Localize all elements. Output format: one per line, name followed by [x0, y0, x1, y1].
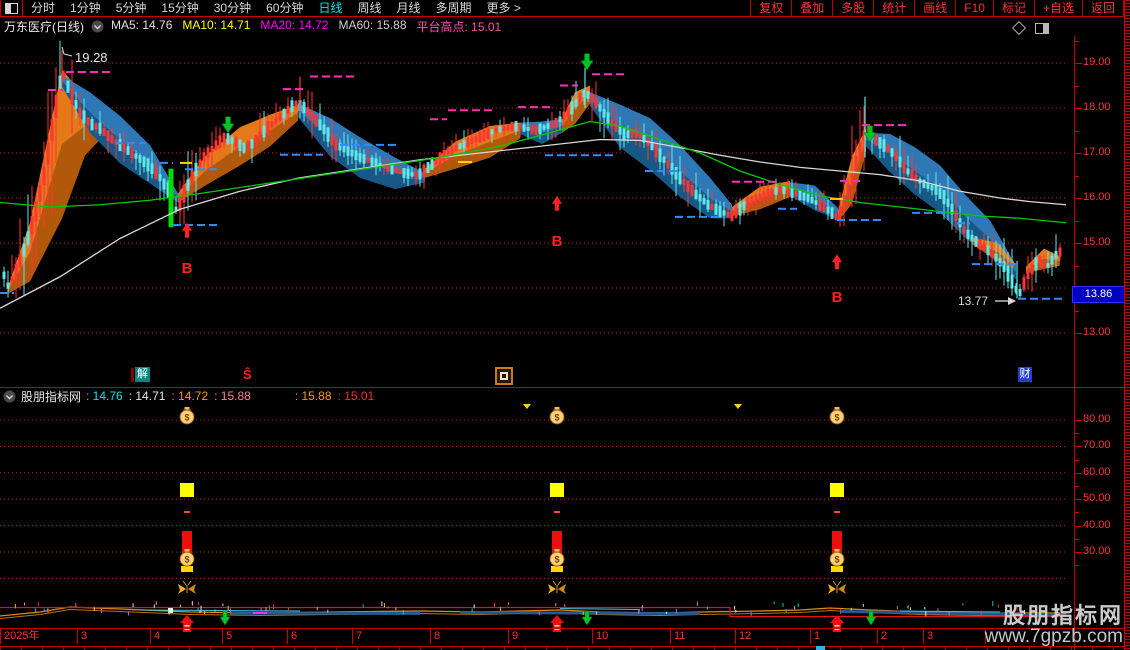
x-axis-month: 6 — [287, 629, 352, 644]
y-axis-label: 18.00 — [1083, 101, 1123, 113]
buy-sell-markers: B B B — [182, 54, 876, 306]
chevron-down-icon[interactable] — [91, 20, 104, 33]
y-axis-label: 50.00 — [1083, 492, 1123, 504]
indicator-MA20: MA20: 14.72 — [260, 18, 328, 35]
watermark-url: www.7gpzb.com — [985, 627, 1123, 647]
window-toggle-icon[interactable] — [1035, 23, 1049, 34]
y-axis-label: 60.00 — [1083, 466, 1123, 478]
svg-text:$: $ — [554, 555, 559, 565]
svg-text:13.77: 13.77 — [958, 294, 988, 308]
x-axis-month: 3 — [923, 629, 985, 644]
right-edge-panel[interactable] — [1124, 0, 1130, 650]
y-axis-label: 80.00 — [1083, 413, 1123, 425]
sub-value-3: : 15.88 — [214, 389, 251, 403]
y-axis-label: 70.00 — [1083, 439, 1123, 451]
y-axis-label: 30.00 — [1083, 545, 1123, 557]
svg-text:B: B — [552, 233, 563, 250]
y-axis-label: 16.00 — [1083, 191, 1123, 203]
signal-badge-jie: 解 — [131, 367, 150, 382]
panel-separator[interactable] — [0, 387, 1124, 388]
chart-header: 万东医疗(日线) MA5: 14.76 MA10: 14.71 MA20: 14.7… — [4, 19, 501, 34]
time-axis: 2025年3456789101112123 — [0, 628, 1124, 647]
x-axis-month: 7 — [352, 629, 430, 644]
sub-value-4: : 15.88 — [295, 389, 332, 403]
svg-text:19.28: 19.28 — [75, 50, 108, 65]
stock-title: 万东医疗(日线) — [4, 18, 84, 35]
x-axis-month: 11 — [670, 629, 735, 644]
svg-text:$: $ — [834, 555, 839, 565]
sub-value-2: : 14.72 — [171, 389, 208, 403]
watermark: 股朋指标网 www.7gpzb.com — [985, 604, 1123, 647]
indicator-MA10: MA10: 14.71 — [182, 18, 250, 35]
indicator-MA5: MA5: 14.76 — [111, 18, 172, 35]
indicator-values: : 14.76 : 14.71 : 14.72 : 15.88 : 15.88 : 15.… — [86, 389, 374, 403]
svg-text:$: $ — [834, 413, 839, 423]
yellow-triangle-marker — [523, 404, 531, 409]
signal-badge-hui — [495, 367, 513, 385]
time-axis-marker — [816, 646, 825, 650]
x-axis-month: 9 — [508, 629, 592, 644]
svg-text:$: $ — [554, 413, 559, 423]
y-axis-label: 15.00 — [1083, 236, 1123, 248]
yellow-triangle-marker — [734, 404, 742, 409]
sub-value-1: : 14.71 — [129, 389, 166, 403]
ma-indicator-values: MA5: 14.76 MA10: 14.71 MA20: 14.72 MA60: 15… — [111, 18, 501, 35]
indicator-header: 股朋指标网 : 14.76 : 14.71 : 14.72 : 15.88 : 15.8… — [3, 389, 374, 403]
x-axis-month: 4 — [150, 629, 222, 644]
price-tag: 13.86 — [1072, 286, 1125, 303]
signal-column: $$ — [828, 407, 846, 632]
signal-column: $$ — [548, 407, 566, 632]
x-axis-month: 5 — [222, 629, 287, 644]
y-axis-label: 19.00 — [1083, 56, 1123, 68]
sub-gridlines — [0, 420, 1066, 578]
x-axis-month: 3 — [77, 629, 150, 644]
svg-text:$: $ — [184, 413, 189, 423]
x-axis-month: 12 — [735, 629, 810, 644]
x-axis-month: 2 — [877, 629, 923, 644]
y-axis-label: 40.00 — [1083, 519, 1123, 531]
sub-value-5: : 15.01 — [338, 389, 375, 403]
svg-text:B: B — [182, 260, 193, 277]
chart-canvas[interactable]: BBB19.2813.77$$$$$$ — [0, 0, 1130, 650]
svg-text:$: $ — [184, 555, 189, 565]
sub-band-lines — [0, 601, 1066, 618]
signal-badge-s: Ŝ — [243, 367, 252, 382]
indicator-平台高点: 平台高点: 15.01 — [417, 18, 502, 35]
x-axis-month: 10 — [592, 629, 670, 644]
y-axis-label: 17.00 — [1083, 146, 1123, 158]
indicator-MA60: MA60: 15.88 — [338, 18, 406, 35]
y-axis-label: 13.00 — [1083, 326, 1123, 338]
trend-ribbons — [8, 70, 1060, 294]
indicator-name: 股朋指标网 — [21, 388, 81, 405]
signal-column: $$ — [178, 407, 196, 632]
svg-text:B: B — [832, 289, 843, 306]
chevron-down-icon[interactable] — [3, 390, 16, 403]
trading-app-window: BBB19.2813.77$$$$$$ 分时1分钟5分钟15分钟30分钟60分钟… — [0, 0, 1130, 650]
axis-line — [1074, 36, 1075, 650]
x-axis-month: 1 — [810, 629, 877, 644]
sub-value-0: : 14.76 — [86, 389, 123, 403]
signal-badge-cai: 财 — [1018, 367, 1032, 382]
time-axis-minor-strip — [0, 646, 1124, 650]
watermark-site-name: 股朋指标网 — [985, 604, 1123, 627]
x-axis-month: 8 — [430, 629, 508, 644]
x-axis-month: 2025年 — [0, 629, 77, 644]
